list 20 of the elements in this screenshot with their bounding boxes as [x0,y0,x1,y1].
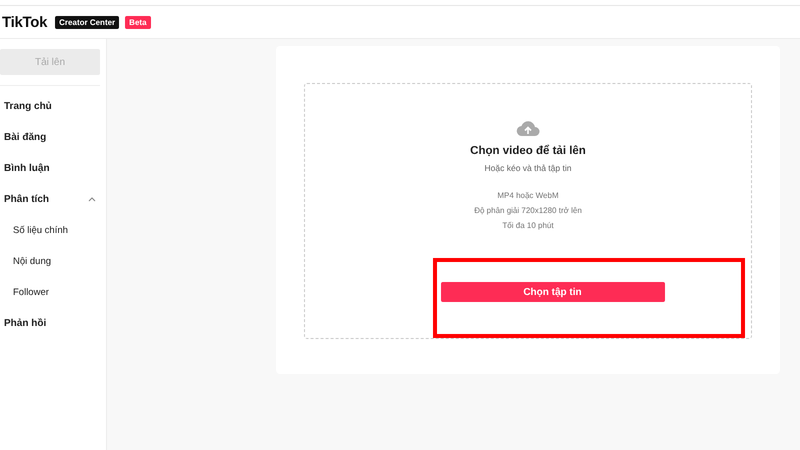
sidebar-item[interactable]: Bài đăng [4,132,46,143]
sidebar-item[interactable]: Phản hồi [4,318,46,329]
sidebar-item[interactable]: Bình luận [4,163,50,174]
sidebar-item[interactable]: Phân tích [4,194,50,205]
logo: TikTok [2,14,48,30]
upload-subtitle: Hoặc kéo và thả tập tin [484,163,572,173]
requirement-text: Tối đa 10 phút [502,221,554,230]
requirement-text: Độ phân giải 720x1280 trở lên [474,206,582,215]
beta-badge: Beta [125,16,151,28]
requirement-text: MP4 hoặc WebM [497,191,559,200]
cloud-upload-icon [516,120,540,137]
drop-zone[interactable]: Chọn video để tải lên Hoặc kéo và thả tập tin MP4 hoặc WebM Độ phân giải 720x1280 trở lên Tối đa 10 phút Chọn tập tin [304,83,752,339]
product-badge: Creator Center [55,16,120,28]
sidebar-item[interactable]: Trang chủ [4,101,52,112]
choose-file-button[interactable]: Chọn tập tin [440,282,664,302]
sidebar-subitem[interactable]: Follower [13,287,49,298]
upload-title: Chọn video để tải lên [470,145,586,157]
sidebar-subitem[interactable]: Số liệu chính [13,225,68,236]
chevron-icon[interactable] [88,197,96,202]
sidebar-subitem[interactable]: Nội dung [13,256,52,267]
